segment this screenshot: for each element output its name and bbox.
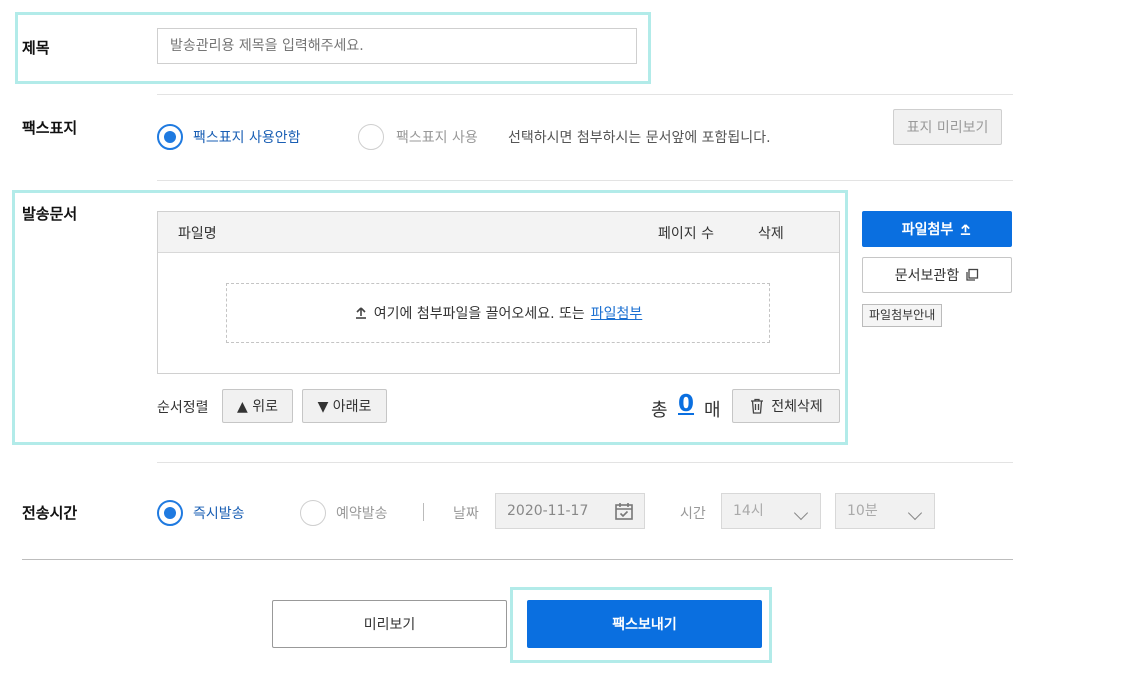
- move-up-button[interactable]: ▲ 위로: [222, 389, 293, 423]
- cover-on-label[interactable]: 팩스표지 사용: [396, 127, 478, 147]
- docs-label: 발송문서: [22, 205, 78, 223]
- file-table-header: [158, 212, 839, 253]
- send-now-label[interactable]: 즉시발송: [193, 503, 245, 523]
- sort-label: 순서정렬: [157, 400, 209, 416]
- cover-preview-button[interactable]: 표지 미리보기: [893, 109, 1002, 145]
- separator: [423, 503, 424, 521]
- col-delete: 삭제: [758, 226, 784, 242]
- title-label: 제목: [22, 39, 50, 57]
- reserve-radio[interactable]: [300, 500, 326, 526]
- move-down-button[interactable]: ▼ 아래로: [302, 389, 387, 423]
- trash-icon: [751, 398, 764, 414]
- divider-3: [157, 462, 1013, 463]
- total-prefix: 총: [651, 400, 668, 421]
- cover-off-label[interactable]: 팩스표지 사용안함: [193, 127, 301, 147]
- drop-zone-attach-link[interactable]: 파일첨부: [591, 303, 643, 323]
- cover-label: 팩스표지: [22, 119, 78, 137]
- delete-all-label: 전체삭제: [771, 399, 823, 415]
- total-suffix: 매: [704, 400, 721, 421]
- divider-4: [22, 559, 1013, 560]
- drop-zone[interactable]: 여기에 첨부파일을 끌어오세요. 또는 파일첨부: [226, 283, 770, 343]
- drop-zone-text: 여기에 첨부파일을 끌어오세요. 또는: [373, 306, 585, 322]
- time-of-day-label: 시간: [680, 506, 706, 522]
- preview-button[interactable]: 미리보기: [272, 600, 507, 648]
- copy-icon: [966, 268, 979, 281]
- cover-off-radio[interactable]: [157, 124, 183, 150]
- date-label: 날짜: [453, 506, 479, 522]
- upload-icon: [961, 223, 971, 235]
- col-pages: 페이지 수: [658, 226, 714, 242]
- send-fax-button[interactable]: 팩스보내기: [527, 600, 762, 648]
- send-now-radio[interactable]: [157, 500, 183, 526]
- cover-on-radio[interactable]: [358, 124, 384, 150]
- chevron-down-icon: [793, 505, 809, 521]
- divider-2: [157, 180, 1013, 181]
- delete-all-button[interactable]: 전체삭제: [732, 389, 840, 423]
- date-value: 2020-11-17: [507, 503, 589, 519]
- minute-select[interactable]: 10분: [835, 493, 935, 529]
- reserve-label[interactable]: 예약발송: [336, 503, 388, 523]
- col-filename: 파일명: [178, 226, 217, 242]
- cover-hint: 선택하시면 첨부하시는 문서앞에 포함됩니다.: [508, 130, 771, 146]
- hour-value: 14시: [733, 503, 764, 519]
- attach-guide-button[interactable]: 파일첨부안내: [862, 304, 943, 327]
- time-label: 전송시간: [22, 504, 78, 522]
- hour-select[interactable]: 14시: [721, 493, 821, 529]
- attach-file-label: 파일첨부: [901, 222, 954, 238]
- date-field[interactable]: 2020-11-17: [495, 493, 645, 529]
- minute-value: 10분: [847, 503, 878, 519]
- chevron-down-icon: [907, 505, 923, 521]
- divider-1: [157, 94, 1013, 95]
- document-storage-label: 문서보관함: [894, 268, 960, 284]
- upload-icon: [355, 307, 366, 319]
- document-storage-button[interactable]: 문서보관함: [862, 257, 1012, 293]
- calendar-icon[interactable]: [614, 501, 634, 521]
- attach-file-button[interactable]: 파일첨부: [862, 211, 1012, 247]
- title-input[interactable]: [157, 28, 637, 64]
- total-count: 0: [678, 391, 695, 417]
